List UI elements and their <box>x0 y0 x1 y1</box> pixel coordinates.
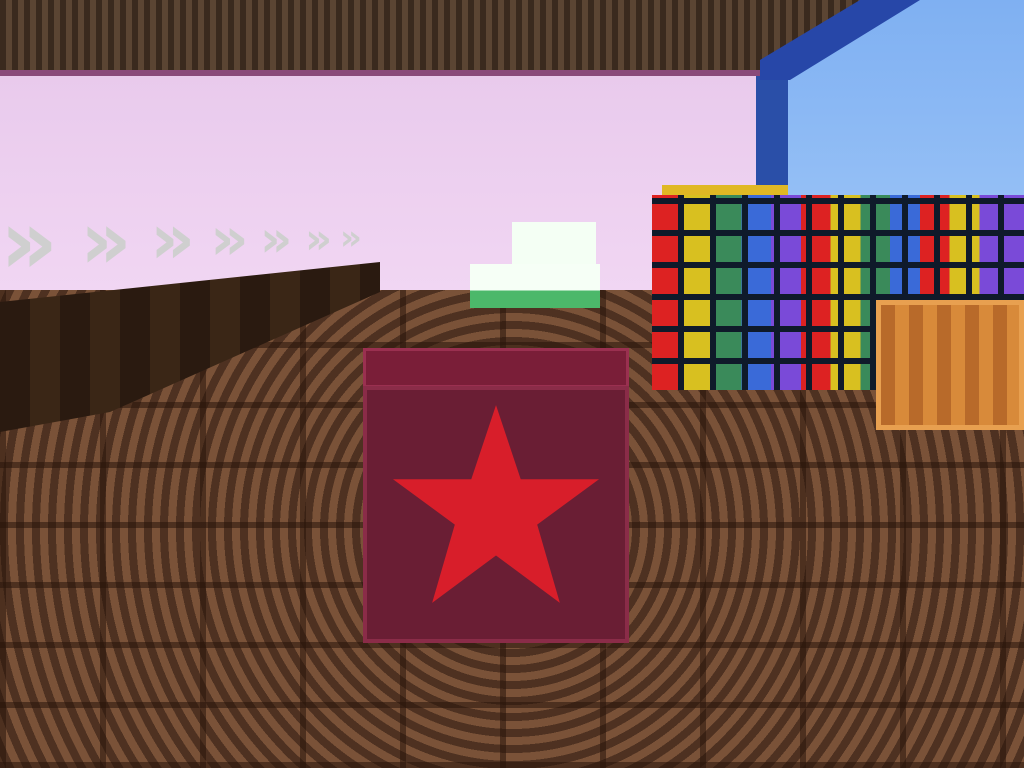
translucent-block[interactable] <box>470 222 600 308</box>
arrow-icon: » <box>150 198 196 280</box>
arrow-icon: » <box>0 190 59 295</box>
wooden-crates[interactable] <box>876 300 1024 430</box>
ceiling-edge <box>0 70 760 76</box>
block-top <box>363 348 629 388</box>
arrow-icon: » <box>305 214 333 263</box>
arrow-icon: » <box>80 194 132 287</box>
arrow-icon: » <box>340 218 362 258</box>
arrow-icon: » <box>260 210 293 268</box>
arrow-signs: » » » » » » » <box>0 180 380 295</box>
star-icon <box>393 405 599 603</box>
arrow-icon: » <box>210 204 249 274</box>
red-star-block[interactable] <box>363 348 629 643</box>
